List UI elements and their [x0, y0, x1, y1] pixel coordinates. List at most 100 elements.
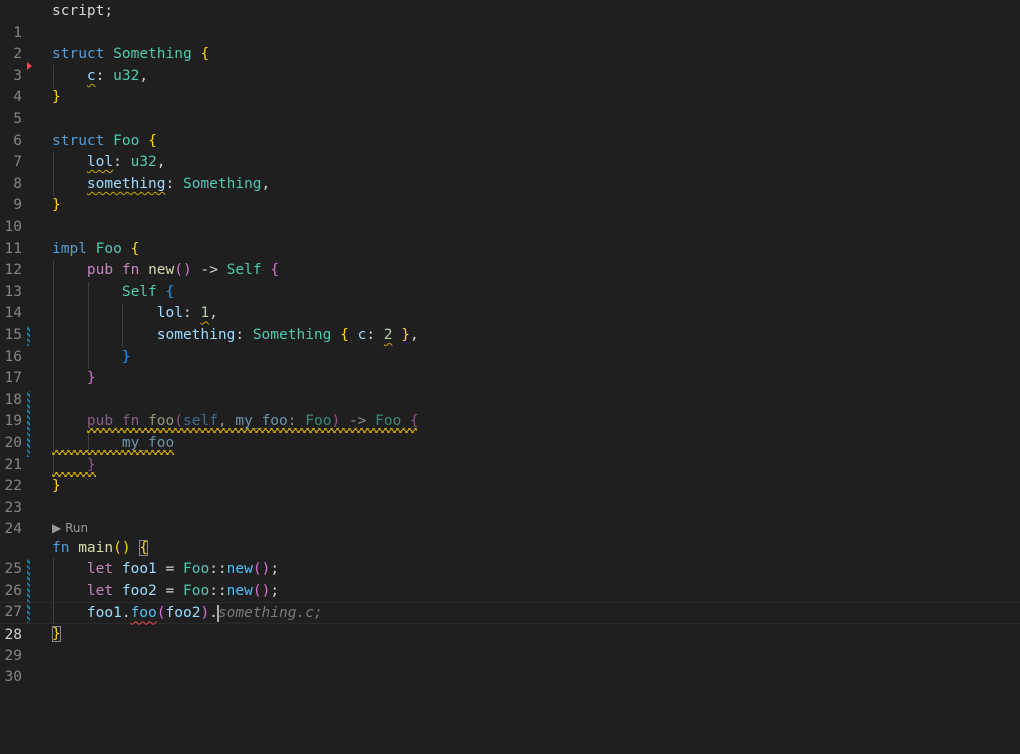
bracket: { [200, 46, 210, 63]
keyword: fn [121, 413, 140, 430]
parameter-name: my_foo [235, 413, 288, 430]
code-line[interactable]: 7 struct Foo { [0, 131, 1020, 171]
inline-suggestion[interactable]: something.c; [218, 605, 323, 621]
type-name: u32 [113, 67, 140, 84]
bracket: { [410, 413, 419, 430]
code-line[interactable]: 27 let foo2 = Foo::new(); [0, 581, 1020, 621]
field-name: lol [156, 305, 183, 322]
punctuation: -> [191, 262, 227, 279]
code-line[interactable]: 25 fn main() { [0, 538, 1020, 577]
bracket: { [130, 240, 140, 257]
bracket: { [148, 132, 157, 149]
line-number: 30 [4, 669, 22, 686]
bracket: ( [156, 605, 166, 622]
bracket: ) [200, 605, 210, 622]
code-line[interactable]: 26 let foo1 = Foo::new(); [0, 559, 1020, 599]
code-line[interactable]: 23 } [0, 476, 1020, 516]
punctuation: ; [270, 561, 280, 578]
code-line[interactable]: 8 lol: u32, [0, 152, 1020, 192]
variable: foo2 [121, 582, 157, 599]
code-line[interactable]: 11 [0, 217, 1020, 257]
bracket: { [165, 283, 175, 300]
punctuation: , [261, 175, 271, 192]
code-line[interactable]: 16 something: Something { c: 2 }, [0, 325, 1020, 365]
code-line[interactable]: 30 [0, 646, 1020, 685]
code-line[interactable]: 22 } [0, 455, 1020, 495]
type-name: Foo [305, 413, 332, 430]
code-line[interactable]: 13 pub fn new() -> Self { [0, 260, 1020, 300]
keyword: impl [52, 240, 87, 257]
code-line[interactable]: 24 [0, 498, 1020, 537]
bracket: ( [174, 413, 183, 430]
code-line[interactable]: 14 Self { [0, 282, 1020, 322]
bracket: () [174, 262, 192, 279]
bracket: () [252, 561, 271, 578]
type-name: Foo [113, 132, 140, 149]
bracket: } [121, 348, 131, 365]
punctuation: :: [209, 561, 227, 578]
code-line[interactable]: 6 [0, 109, 1020, 149]
code-line[interactable]: 3 struct Something { [0, 44, 1020, 84]
play-icon: ▶ [52, 521, 62, 535]
variable: foo1 [121, 561, 157, 578]
keyword: struct [52, 46, 105, 63]
code-line[interactable]: 10 } [0, 195, 1020, 235]
code-line[interactable]: 5 } [0, 87, 1020, 127]
bracket: } [52, 197, 61, 214]
bracket: } [86, 370, 96, 387]
function-name: new [226, 561, 253, 578]
run-codelens[interactable]: ▶ Run [52, 519, 88, 537]
field-name: something [86, 175, 166, 192]
code-line[interactable]: 15 lol: 1, [0, 303, 1020, 343]
punctuation: , [217, 413, 236, 430]
code-line[interactable]: 29 } [0, 624, 1020, 664]
bracket: ) [331, 413, 341, 430]
code-line[interactable]: 4 c: u32, [0, 66, 1020, 106]
variable: foo1 [86, 605, 122, 622]
token: script; [52, 3, 114, 19]
code-line[interactable]: 2 [0, 23, 1020, 62]
punctuation: : [113, 154, 131, 171]
type-name: Foo [182, 561, 210, 578]
code-line[interactable]: 17 } [0, 347, 1020, 387]
bracket: } [401, 327, 410, 343]
variable: my_foo [121, 435, 175, 451]
function-name: main [78, 539, 114, 556]
keyword: let [86, 561, 114, 578]
punctuation: = [156, 582, 183, 599]
code-line[interactable]: 9 something: Something, [0, 174, 1020, 214]
code-line[interactable]: 1 script; [0, 1, 1020, 41]
bracket: { [270, 262, 280, 279]
bracket: } [52, 89, 61, 106]
type-name: Something [113, 46, 192, 63]
code-line-current[interactable]: 28 foo1.foo(foo2).something.c; [0, 602, 1020, 643]
keyword: pub [86, 413, 114, 430]
bracket-match: { [139, 539, 149, 556]
punctuation: , [410, 327, 419, 343]
number-literal: 1 [200, 305, 210, 322]
code-line[interactable]: 18 } [0, 368, 1020, 408]
code-line[interactable]: 19 [0, 390, 1020, 429]
bracket: } [86, 456, 96, 473]
code-line[interactable]: 12 impl Foo { [0, 239, 1020, 279]
punctuation: : [287, 413, 306, 430]
code-editor[interactable]: 1 script; 2 3 struct Something { 4 c: u3… [0, 0, 1020, 754]
keyword: let [86, 582, 114, 599]
